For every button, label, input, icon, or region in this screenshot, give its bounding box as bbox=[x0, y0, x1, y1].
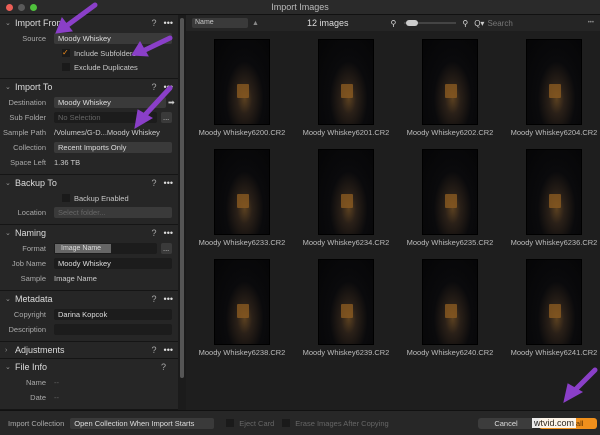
annotation-arrow bbox=[142, 85, 173, 118]
annotation-arrow bbox=[142, 35, 173, 53]
watermark: wtvid.com bbox=[532, 418, 577, 428]
annotation-arrows bbox=[55, 2, 598, 403]
annotation-arrow bbox=[62, 2, 98, 30]
annotation-arrow bbox=[572, 367, 598, 393]
